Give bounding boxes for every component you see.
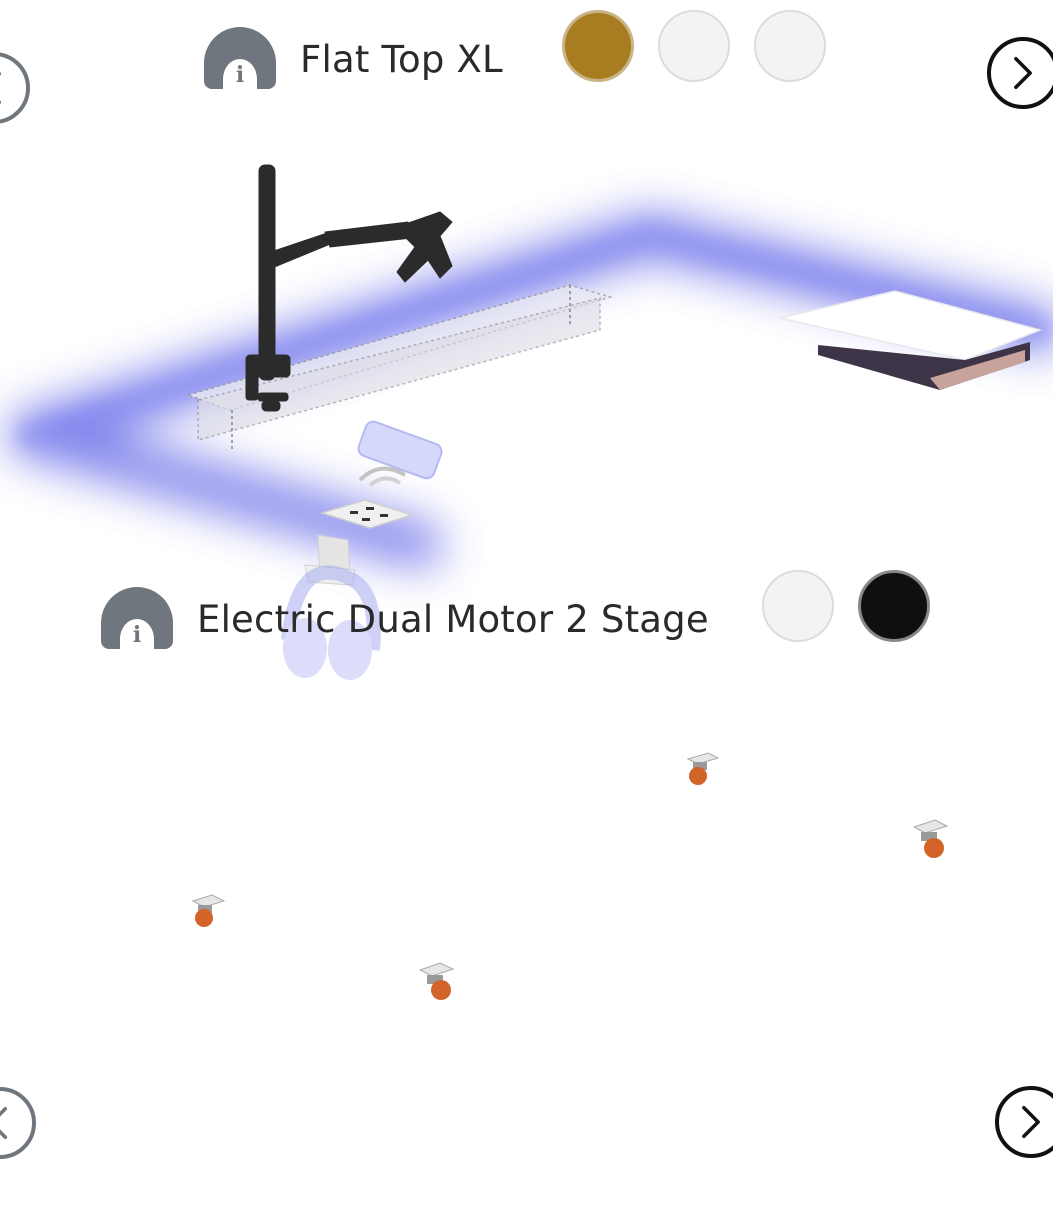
color-swatch-white-2[interactable] (754, 10, 826, 82)
section-title-top: Flat Top XL (300, 38, 503, 81)
prev-button[interactable] (0, 52, 30, 124)
info-icon[interactable]: i (101, 587, 173, 649)
caster-wheel (418, 962, 455, 1000)
info-glyph: i (132, 622, 142, 648)
section-title-bottom: Electric Dual Motor 2 Stage (197, 598, 709, 641)
caster-wheel (191, 894, 226, 927)
next-button[interactable] (995, 1086, 1053, 1158)
wireless-charger (357, 420, 443, 487)
chevron-right-icon (1014, 57, 1032, 89)
chevron-left-icon (0, 1107, 8, 1139)
prev-button[interactable] (0, 1087, 36, 1159)
caster-wheel (912, 819, 949, 858)
color-swatch-gold[interactable] (562, 10, 634, 82)
color-swatch-white[interactable] (762, 570, 834, 642)
color-swatch-white[interactable] (658, 10, 730, 82)
info-icon[interactable]: i (204, 27, 276, 89)
info-glyph: i (235, 62, 245, 88)
color-swatch-black[interactable] (858, 570, 930, 642)
chevron-right-icon (1022, 1106, 1040, 1138)
chevron-left-icon (0, 72, 2, 104)
next-button[interactable] (987, 37, 1053, 109)
caster-wheel (686, 752, 720, 785)
